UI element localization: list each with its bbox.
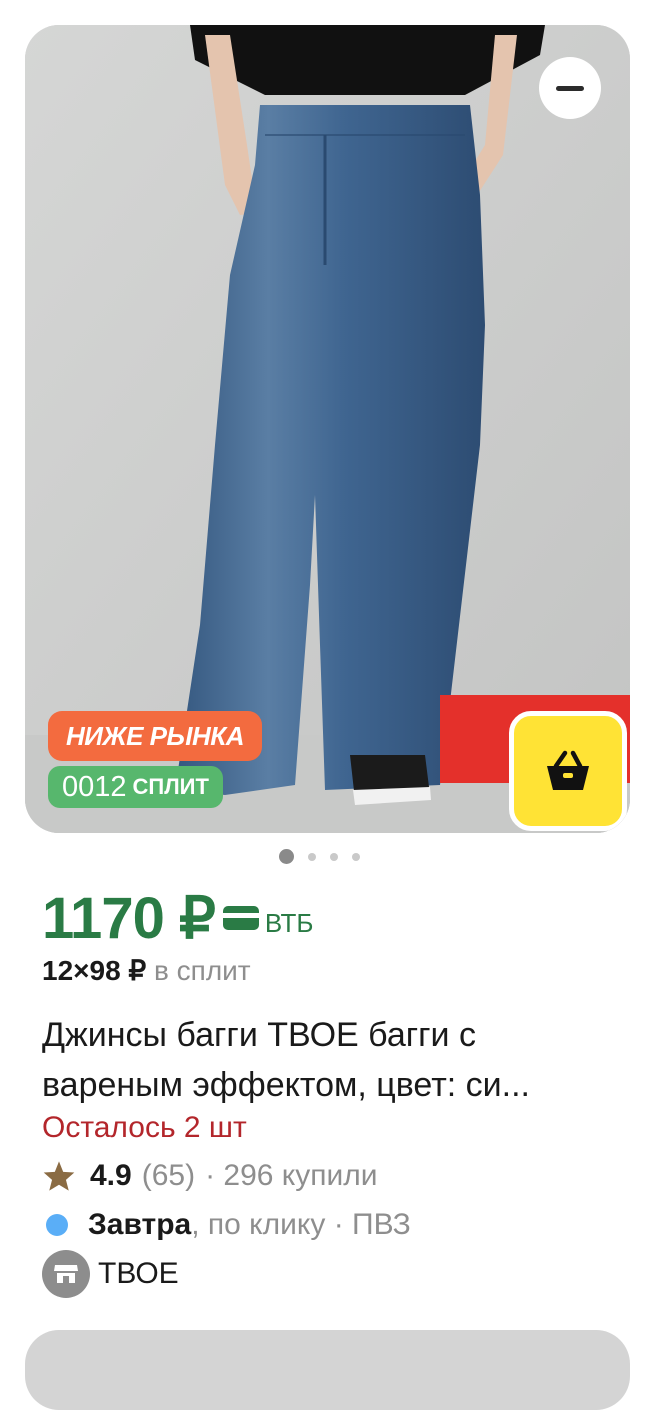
gallery-dots (279, 849, 360, 864)
split-badge: 0012 СПЛИТ (48, 766, 223, 808)
delivery-dot-icon (46, 1214, 68, 1236)
split-badge-number: 0012 (62, 770, 127, 803)
delivery-note: , по клику · ПВЗ (191, 1208, 411, 1241)
rating-row: 4.9 (65) · 296 купили (42, 1159, 378, 1193)
remove-from-list-button[interactable] (539, 57, 601, 119)
minus-icon (556, 85, 584, 91)
below-market-label: Ниже рынка (66, 720, 245, 751)
next-product-card[interactable] (25, 1330, 630, 1410)
shop-icon (42, 1250, 90, 1298)
rating-score: 4.9 (90, 1159, 132, 1192)
delivery-row: Завтра , по клику · ПВЗ (42, 1208, 411, 1242)
gallery-dot[interactable] (308, 852, 316, 861)
basket-icon (547, 750, 589, 790)
delivery-day: Завтра (88, 1208, 192, 1241)
shop-name: ТВОЕ (98, 1257, 179, 1290)
add-to-cart-button[interactable] (509, 711, 627, 831)
below-market-badge: Ниже рынка (48, 711, 263, 761)
gallery-dot[interactable] (279, 849, 294, 864)
star-icon (43, 1161, 75, 1191)
stock-left: Осталось 2 шт (42, 1111, 247, 1144)
price: 1170 ₽ (42, 886, 216, 951)
bought-count: · 296 купили (205, 1159, 378, 1192)
split-payment-row: 12×98 ₽ в сплит (42, 954, 251, 987)
split-badge-label: СПЛИТ (132, 774, 209, 799)
split-amount: 12×98 ₽ (42, 955, 147, 986)
shop-row[interactable]: ТВОЕ (42, 1250, 179, 1298)
bank-card-icon (222, 906, 259, 930)
gallery-dot[interactable] (330, 852, 338, 861)
product-title[interactable]: Джинсы багги ТВОЕ багги с вареным эффект… (42, 1010, 622, 1110)
bank-name: ВТБ (264, 907, 314, 938)
gallery-dot[interactable] (352, 852, 360, 861)
split-note: в сплит (154, 955, 251, 986)
product-image-card[interactable]: Ниже рынка 0012 СПЛИТ (25, 25, 630, 833)
reviews-count: (65) (141, 1159, 196, 1192)
price-row: 1170 ₽ ВТБ (42, 884, 313, 952)
